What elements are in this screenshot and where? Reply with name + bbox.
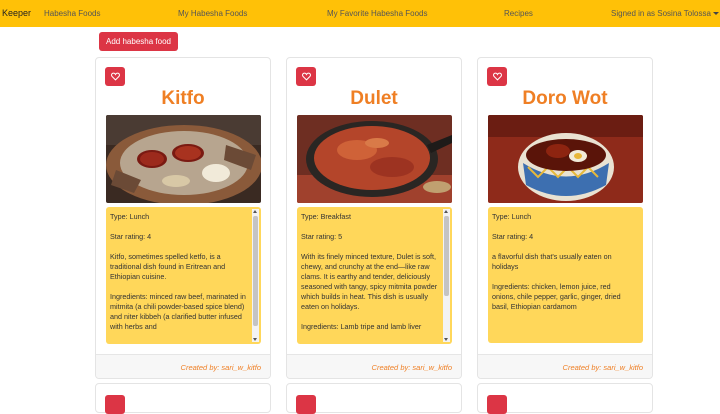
card-title: Kitfo (161, 88, 205, 109)
food-image (297, 115, 452, 203)
food-card-kitfo: Kitfo Type: Lunch Star rating: 4 Kitfo, … (95, 57, 271, 379)
food-info-panel: Type: Lunch Star rating: 4 a flavorful d… (488, 207, 643, 343)
card-footer: Created by: sari_w_kitfo (478, 354, 652, 378)
food-card-dulet: Dulet Type: Breakfast Star rating: 5 Wit… (286, 57, 462, 379)
user-menu-label: Signed in as Sosina Tolossa (611, 9, 711, 18)
scroll-thumb[interactable] (253, 216, 258, 326)
scrollbar[interactable] (252, 209, 259, 342)
food-card-partial (477, 383, 653, 414)
scrollbar[interactable] (443, 209, 450, 342)
food-info-panel[interactable]: Type: Lunch Star rating: 4 Kitfo, someti… (106, 207, 261, 344)
nav-link-habesha-foods[interactable]: Habesha Foods (44, 9, 100, 18)
favorite-button[interactable] (296, 67, 316, 86)
scroll-down-icon[interactable] (253, 338, 257, 341)
add-habesha-food-button[interactable]: Add habesha food (99, 32, 178, 51)
food-description: a flavorful dish that's usually eaten on… (492, 252, 612, 271)
navbar: Keeper Habesha Foods My Habesha Foods My… (0, 0, 720, 27)
food-type: Type: Lunch (492, 212, 532, 221)
nav-link-my-habesha-foods[interactable]: My Habesha Foods (178, 9, 247, 18)
scroll-thumb[interactable] (444, 216, 449, 296)
user-menu[interactable]: Signed in as Sosina Tolossa (611, 9, 719, 18)
heart-icon (301, 72, 311, 81)
favorite-button[interactable] (487, 395, 507, 414)
food-type: Type: Lunch (110, 212, 150, 221)
nav-link-my-favorite-habesha-foods[interactable]: My Favorite Habesha Foods (327, 9, 428, 18)
favorite-button[interactable] (105, 395, 125, 414)
favorite-button[interactable] (487, 67, 507, 86)
food-ingredients: Ingredients: chicken, lemon juice, red o… (492, 282, 621, 311)
chevron-down-icon (712, 12, 719, 16)
food-info-panel[interactable]: Type: Breakfast Star rating: 5 With its … (297, 207, 452, 344)
card-title: Doro Wot (522, 88, 608, 109)
scroll-down-icon[interactable] (444, 338, 448, 341)
star-rating: Star rating: 4 (492, 232, 534, 241)
brand-logo[interactable]: Keeper (2, 8, 31, 18)
scroll-up-icon[interactable] (253, 210, 257, 213)
food-card-partial (286, 383, 462, 414)
food-ingredients: Ingredients: minced raw beef, marinated … (110, 292, 246, 331)
nav-link-recipes[interactable]: Recipes (504, 9, 533, 18)
favorite-button[interactable] (296, 395, 316, 414)
card-footer: Created by: sari_w_kitfo (96, 354, 270, 378)
card-title: Dulet (350, 88, 398, 109)
card-footer: Created by: sari_w_kitfo (287, 354, 461, 378)
star-rating: Star rating: 4 (110, 232, 152, 241)
star-rating: Star rating: 5 (301, 232, 343, 241)
favorite-button[interactable] (105, 67, 125, 86)
food-ingredients: Ingredients: Lamb tripe and lamb liver (301, 322, 422, 331)
heart-icon (492, 72, 502, 81)
food-description: Kitfo, sometimes spelled ketfo, is a tra… (110, 252, 226, 281)
food-type: Type: Breakfast (301, 212, 351, 221)
food-image (488, 115, 643, 203)
food-image (106, 115, 261, 203)
scroll-up-icon[interactable] (444, 210, 448, 213)
heart-icon (110, 72, 120, 81)
food-card-partial (95, 383, 271, 414)
food-description: With its finely minced texture, Dulet is… (301, 252, 438, 311)
food-card-doro-wot: Doro Wot Type: Lunch Star rating: 4 a fl… (477, 57, 653, 379)
